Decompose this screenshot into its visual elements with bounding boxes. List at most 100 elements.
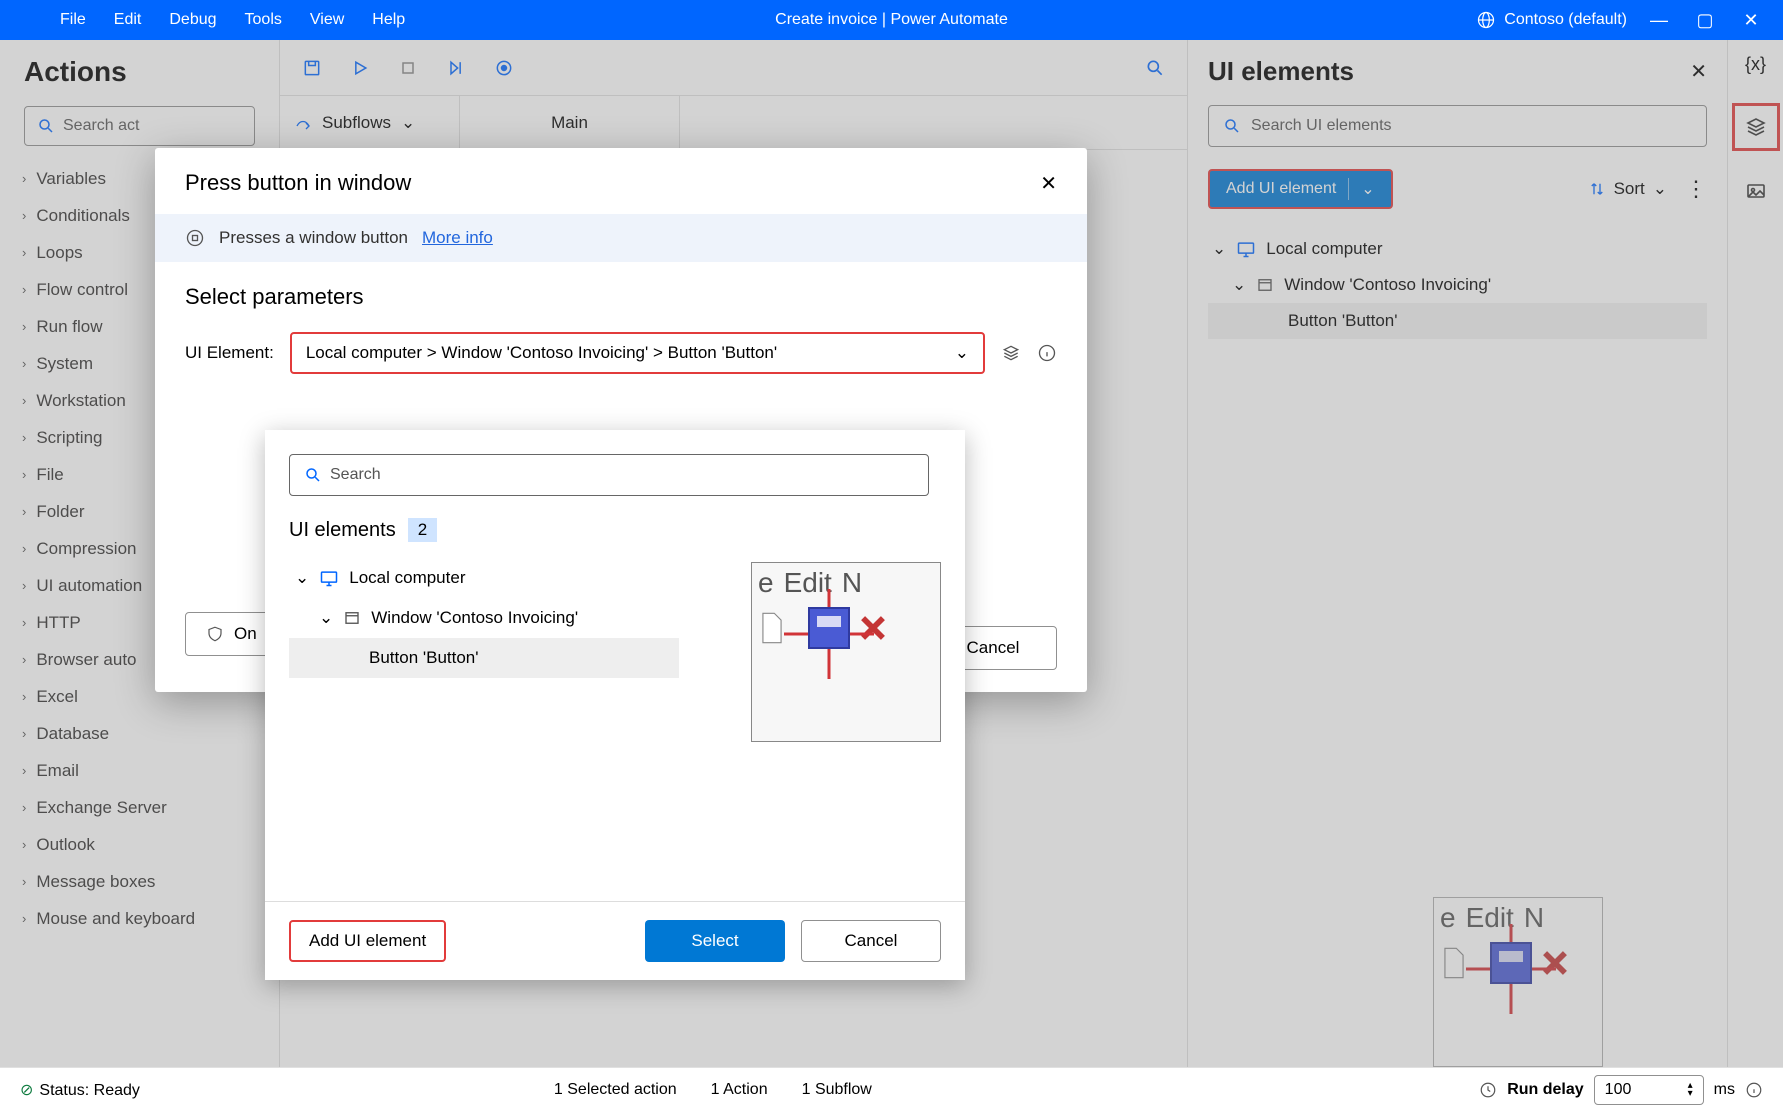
chevron-down-icon: ⌄ — [1361, 179, 1374, 199]
ui-element-picker: Search UI elements 2 ⌄ Local computer ⌄ … — [265, 430, 965, 980]
delay-unit: ms — [1714, 1081, 1735, 1099]
action-icon — [185, 228, 205, 248]
close-ui-panel[interactable]: ✕ — [1690, 59, 1707, 84]
chevron-down-icon: ⌄ — [401, 113, 415, 133]
menu-debug[interactable]: Debug — [169, 11, 216, 29]
ui-element-label: UI Element: — [185, 343, 274, 363]
page-icon — [1440, 946, 1468, 980]
ui-elements-title: UI elements ✕ — [1208, 50, 1707, 105]
chevron-down-icon: ⌄ — [1653, 179, 1667, 199]
action-mouse-keyboard[interactable]: ›Mouse and keyboard — [8, 900, 271, 937]
globe-icon — [1476, 10, 1496, 30]
menu-view[interactable]: View — [310, 11, 344, 29]
main-menu: File Edit Debug Tools View Help — [0, 11, 405, 29]
run-next-icon[interactable] — [446, 58, 466, 78]
tree-leaf-button[interactable]: Button 'Button' — [1208, 303, 1707, 339]
subflow-bar: Subflows ⌄ Main — [280, 96, 1187, 150]
record-icon[interactable] — [494, 58, 514, 78]
sort-button[interactable]: Sort ⌄ — [1588, 179, 1667, 199]
close-button[interactable]: ✕ — [1737, 10, 1765, 31]
selected-actions: 1 Selected action — [554, 1081, 677, 1099]
maximize-button[interactable]: ▢ — [1691, 10, 1719, 31]
spinner-icon[interactable]: ▴▾ — [1688, 1082, 1693, 1098]
ui-tree: ⌄ Local computer ⌄ Window 'Contoso Invoi… — [1208, 231, 1707, 339]
tree-window[interactable]: ⌄ Window 'Contoso Invoicing' — [1208, 267, 1707, 303]
ui-elements-rail-icon[interactable] — [1732, 103, 1780, 151]
count-badge: 2 — [408, 518, 437, 542]
status-bar: ⊘Status: Ready 1 Selected action 1 Actio… — [0, 1067, 1783, 1111]
ui-element-select[interactable]: Local computer > Window 'Contoso Invoici… — [290, 332, 985, 374]
monitor-icon — [319, 568, 339, 588]
picker-search[interactable]: Search — [289, 454, 929, 496]
menu-tools[interactable]: Tools — [245, 11, 282, 29]
tab-main[interactable]: Main — [460, 96, 680, 149]
actions-search[interactable]: Search act — [24, 106, 255, 146]
info-icon[interactable] — [1745, 1081, 1763, 1099]
picker-count: UI elements 2 — [289, 518, 941, 542]
dialog-close[interactable]: ✕ — [1040, 171, 1057, 196]
action-exchange-server[interactable]: ›Exchange Server — [8, 789, 271, 826]
actions-title: Actions — [0, 48, 279, 106]
window-icon — [1256, 276, 1274, 294]
search-icon — [37, 117, 55, 135]
window-title: Create invoice | Power Automate — [775, 11, 1008, 29]
chevron-down-icon: ⌄ — [1232, 275, 1246, 295]
ui-element-preview: e Edit N — [1433, 897, 1603, 1067]
action-message-boxes[interactable]: ›Message boxes — [8, 863, 271, 900]
chevron-down-icon: ⌄ — [295, 568, 309, 588]
action-email[interactable]: ›Email — [8, 752, 271, 789]
chevron-down-icon: ⌄ — [955, 343, 969, 363]
save-icon — [1490, 942, 1532, 984]
picker-cancel-button[interactable]: Cancel — [801, 920, 941, 962]
picker-tree-button[interactable]: Button 'Button' — [289, 638, 679, 678]
menu-help[interactable]: Help — [372, 11, 405, 29]
shield-icon — [206, 625, 224, 643]
params-heading: Select parameters — [185, 284, 1057, 310]
subflows-dropdown[interactable]: Subflows ⌄ — [280, 96, 460, 149]
chevron-down-icon: ⌄ — [319, 608, 333, 628]
titlebar: File Edit Debug Tools View Help Create i… — [0, 0, 1783, 40]
stop-icon[interactable] — [398, 58, 418, 78]
picker-preview: e Edit N — [751, 562, 941, 742]
add-ui-element-button[interactable]: Add UI element ⌄ — [1208, 169, 1393, 209]
tree-root[interactable]: ⌄ Local computer — [1208, 231, 1707, 267]
layers-icon[interactable] — [1001, 343, 1021, 363]
clock-icon — [1479, 1081, 1497, 1099]
variables-rail-icon[interactable]: {x} — [1745, 54, 1766, 75]
ui-search-input[interactable]: Search UI elements — [1208, 105, 1707, 147]
toolbar-search-icon[interactable] — [1145, 58, 1165, 78]
ui-search-placeholder: Search UI elements — [1251, 117, 1392, 135]
picker-tree-root[interactable]: ⌄ Local computer — [289, 558, 679, 598]
dialog-title: Press button in window — [185, 170, 411, 196]
run-icon[interactable] — [350, 58, 370, 78]
picker-add-ui-element[interactable]: Add UI element — [289, 920, 446, 962]
picker-tree: ⌄ Local computer ⌄ Window 'Contoso Invoi… — [289, 558, 679, 678]
run-delay-input[interactable]: 100 ▴▾ — [1594, 1075, 1704, 1105]
page-icon — [758, 611, 786, 645]
save-icon[interactable] — [302, 58, 322, 78]
action-outlook[interactable]: ›Outlook — [8, 826, 271, 863]
right-rail: {x} — [1727, 40, 1783, 1067]
check-icon: ⊘ — [20, 1082, 33, 1099]
picker-select-button[interactable]: Select — [645, 920, 785, 962]
environment-picker[interactable]: Contoso (default) — [1476, 10, 1627, 30]
run-delay-label: Run delay — [1507, 1081, 1583, 1099]
on-error-button[interactable]: On — [185, 612, 278, 656]
sort-icon — [1588, 180, 1606, 198]
env-name: Contoso (default) — [1504, 11, 1627, 29]
images-rail-icon[interactable] — [1744, 179, 1768, 203]
more-options[interactable]: ⋮ — [1685, 176, 1707, 202]
window-icon — [343, 609, 361, 627]
info-icon[interactable] — [1037, 343, 1057, 363]
save-icon — [808, 607, 850, 649]
menu-edit[interactable]: Edit — [114, 11, 142, 29]
search-icon — [1223, 117, 1241, 135]
more-info-link[interactable]: More info — [422, 228, 493, 248]
status-text: Status: Ready — [39, 1082, 140, 1099]
minimize-button[interactable]: — — [1645, 10, 1673, 31]
monitor-icon — [1236, 239, 1256, 259]
chevron-down-icon: ⌄ — [1212, 239, 1226, 259]
menu-file[interactable]: File — [60, 11, 86, 29]
picker-tree-window[interactable]: ⌄ Window 'Contoso Invoicing' — [289, 598, 679, 638]
action-database[interactable]: ›Database — [8, 715, 271, 752]
